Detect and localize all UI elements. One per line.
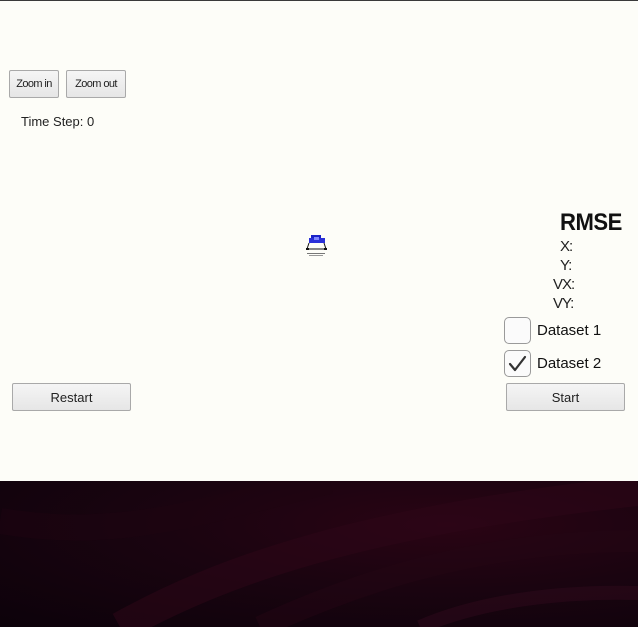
dataset-1-label[interactable]: Dataset 1 <box>537 322 601 339</box>
rmse-vy-label: VY: <box>553 295 574 312</box>
dataset-2-label[interactable]: Dataset 2 <box>537 355 601 372</box>
start-button[interactable]: Start <box>506 383 625 411</box>
restart-button[interactable]: Restart <box>12 383 131 411</box>
checkmark-icon <box>508 355 527 372</box>
simulator-window: Zoom in Zoom out Time Step: 0 RMSE X: Y:… <box>0 0 638 627</box>
time-step-display: Time Step: 0 <box>21 114 94 129</box>
rmse-vx-label: VX: <box>553 276 575 293</box>
rmse-y-label: Y: <box>560 257 572 274</box>
dataset-2-checkbox[interactable] <box>504 350 531 377</box>
time-step-label: Time Step: <box>21 114 84 129</box>
car-icon <box>306 233 330 259</box>
rmse-x-label: X: <box>560 238 573 255</box>
dataset-1-checkbox[interactable] <box>504 317 531 344</box>
desktop-background <box>0 481 638 627</box>
rmse-title: RMSE <box>560 209 622 236</box>
time-step-value: 0 <box>87 114 95 129</box>
zoom-out-button[interactable]: Zoom out <box>66 70 126 98</box>
zoom-in-button[interactable]: Zoom in <box>9 70 59 98</box>
